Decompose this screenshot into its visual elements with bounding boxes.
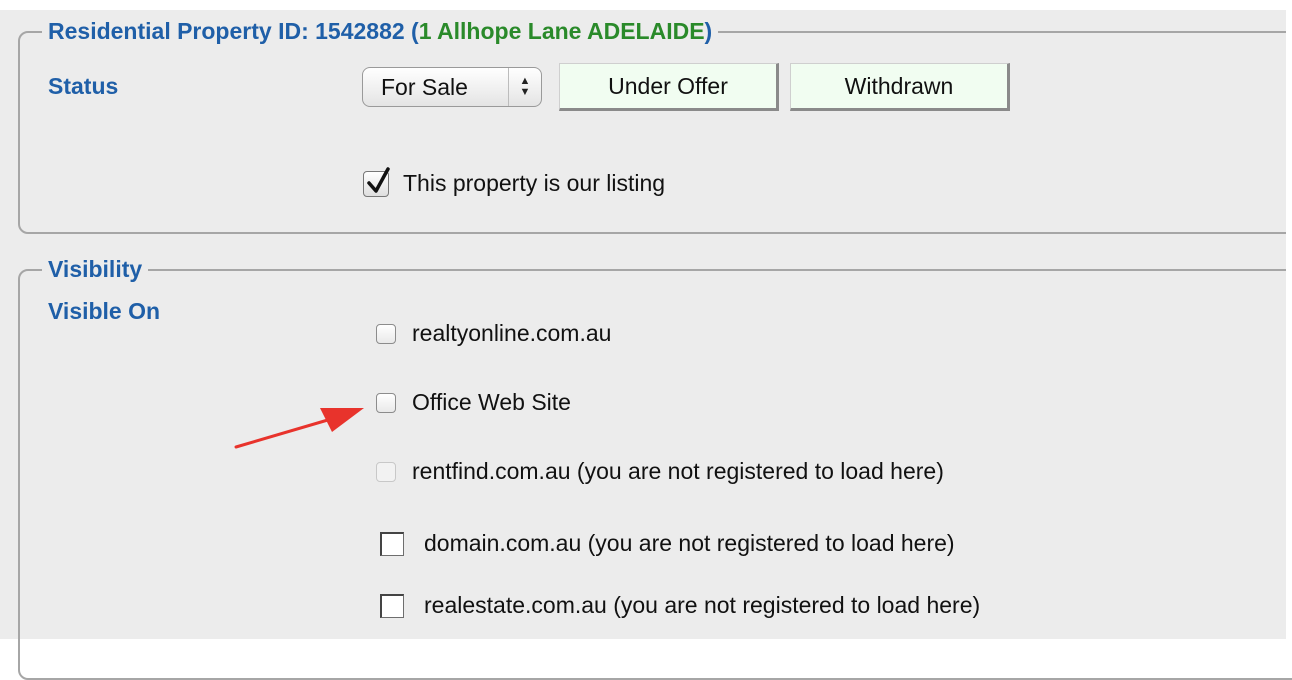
red-arrow-annotation [234,408,364,449]
withdrawn-button[interactable]: Withdrawn [790,63,1010,111]
our-listing-row: This property is our listing [363,166,666,197]
form-canvas: Residential Property ID: 1542882 (1 Allh… [0,0,1292,680]
checkmark-icon [367,166,390,193]
site-row-rentfind: rentfind.com.au (you are not registered … [376,458,944,485]
site-row-realtyonline: realtyonline.com.au [376,320,611,347]
site-row-domain: domain.com.au (you are not registered to… [380,530,955,557]
realtyonline-label: realtyonline.com.au [412,320,612,346]
office-web-site-checkbox[interactable] [376,392,396,413]
our-listing-checkbox[interactable] [363,166,390,197]
right-margin [1286,0,1292,639]
rentfind-checkbox [376,461,396,482]
status-label: Status [48,73,119,99]
visible-on-label: Visible On [48,298,161,324]
visibility-legend: Visibility [48,256,143,282]
realtyonline-checkbox[interactable] [376,323,396,344]
site-row-office-web-site: Office Web Site [376,389,571,416]
realestate-checkbox[interactable] [380,593,404,618]
status-select[interactable]: For Sale ▲ ▼ [362,67,542,107]
realestate-label: realestate.com.au (you are not registere… [424,592,981,618]
legend-closing-paren: ) [704,18,713,44]
under-offer-button[interactable]: Under Offer [559,63,779,111]
office-web-site-label: Office Web Site [412,389,571,415]
select-updown-icon: ▲ ▼ [508,68,541,106]
property-status-section: Residential Property ID: 1542882 (1 Allh… [18,18,1292,234]
property-section-legend: Residential Property ID: 1542882 (1 Allh… [42,18,718,45]
our-listing-label: This property is our listing [403,170,666,196]
site-row-realestate: realestate.com.au (you are not registere… [380,592,980,619]
rentfind-label: rentfind.com.au (you are not registered … [412,458,944,484]
domain-checkbox[interactable] [380,531,404,556]
property-address: 1 Allhope Lane ADELAIDE [418,18,705,44]
domain-label: domain.com.au (you are not registered to… [424,530,955,556]
status-select-value: For Sale [381,73,468,100]
top-margin [0,0,1292,10]
property-id-text: Residential Property ID: 1542882 ( [48,18,419,44]
